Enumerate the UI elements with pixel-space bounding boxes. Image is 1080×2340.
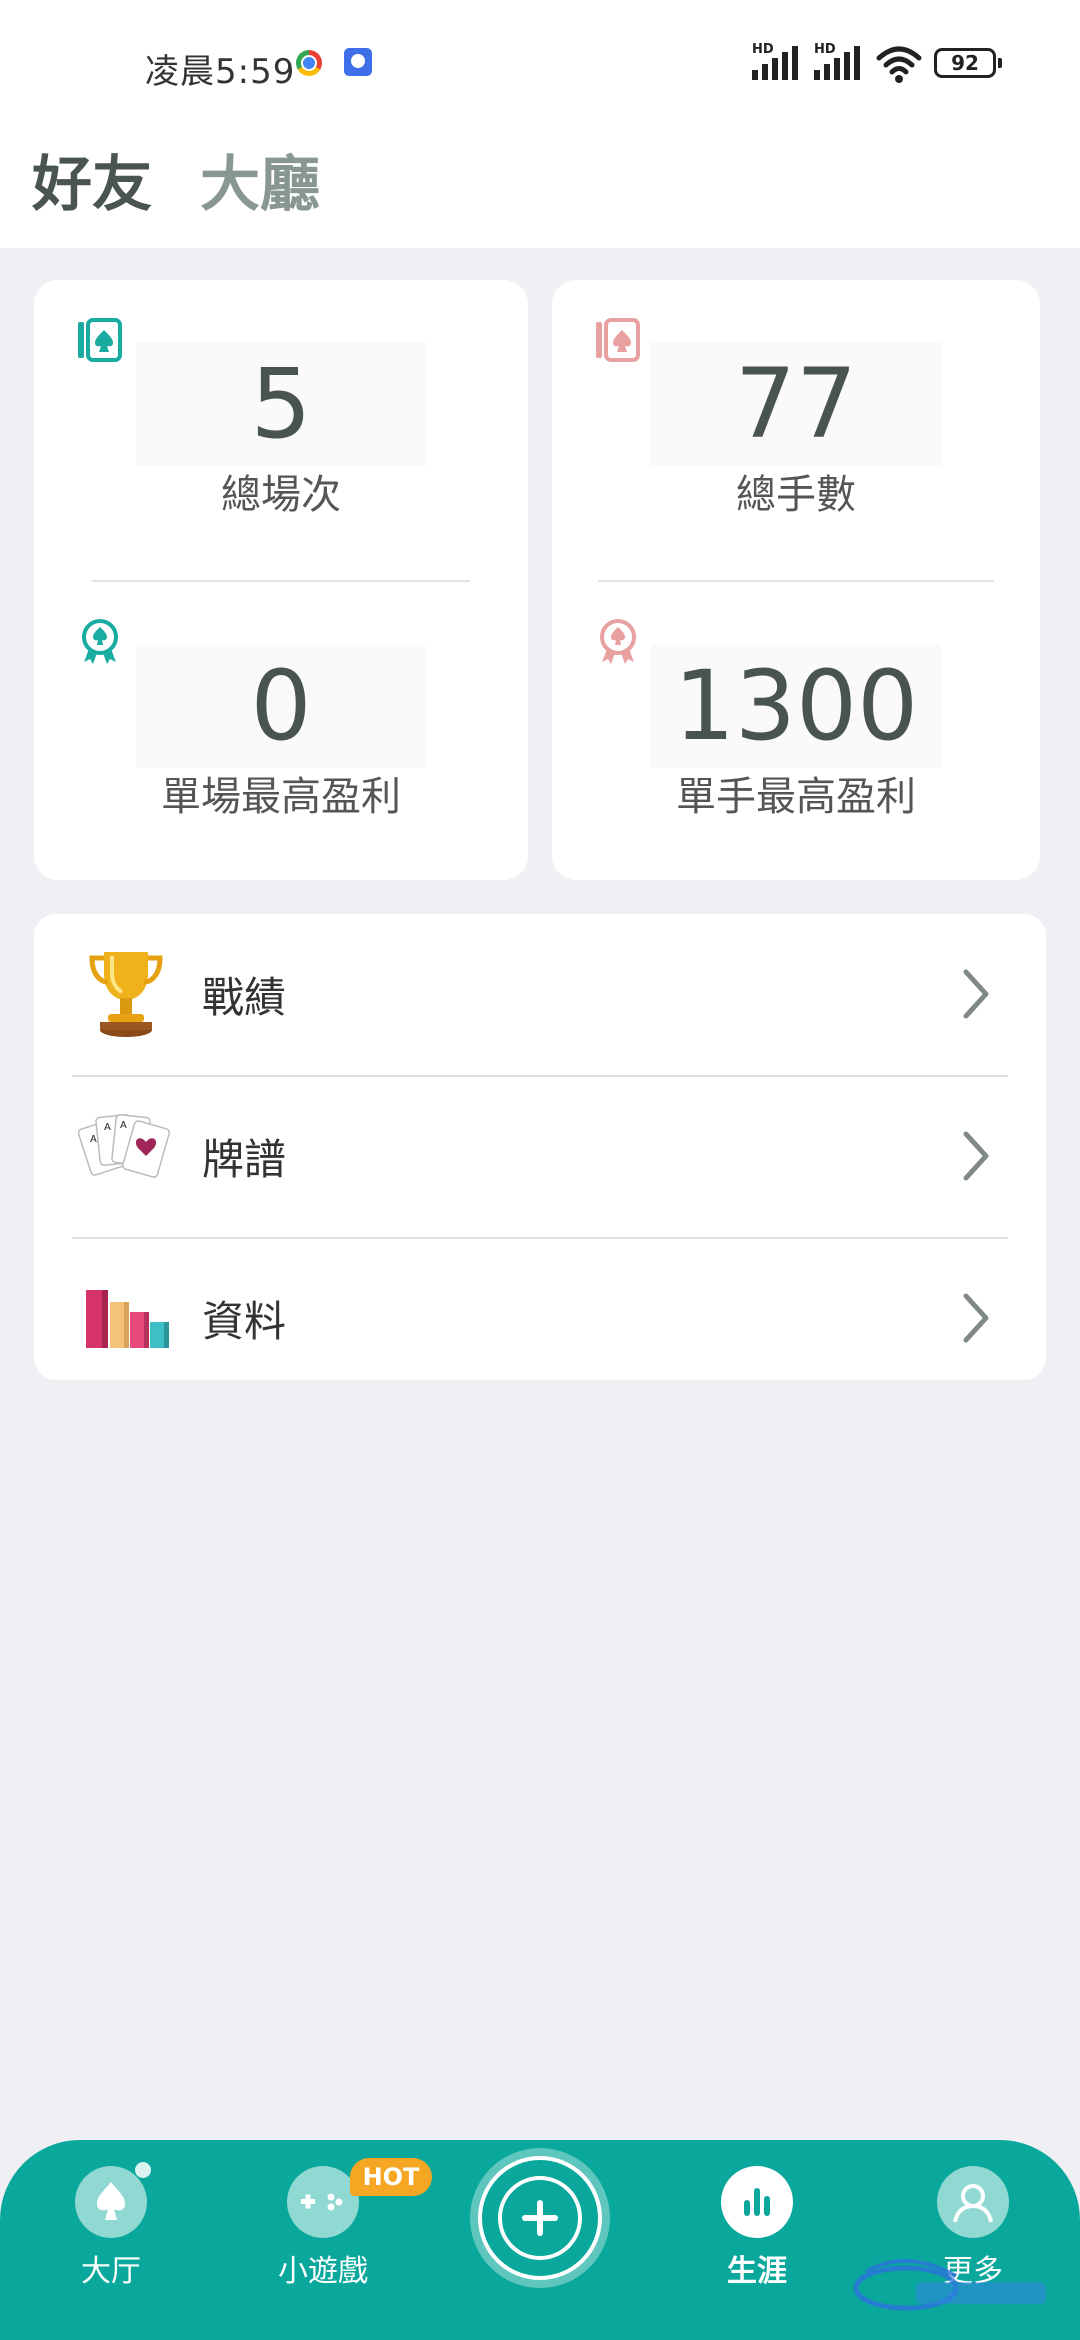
menu-item-records[interactable]: 戰績 (34, 914, 1046, 1076)
menu-item-label: 牌譜 (202, 1135, 287, 1184)
stat-total-games: 5 總場次 (34, 342, 528, 520)
nav-label: 大厅 (81, 2254, 141, 2289)
nav-label: 生涯 (727, 2254, 787, 2289)
stat-value: 0 (250, 650, 312, 762)
nav-item-career[interactable]: 生涯 (682, 2166, 832, 2290)
stats-icon (744, 2188, 770, 2216)
menu-item-label: 戰績 (202, 973, 287, 1022)
plus-icon (498, 2176, 582, 2260)
bar-chart-icon (86, 1290, 169, 1348)
stat-best-game-profit: 0 單場最高盈利 (34, 644, 528, 822)
menu-item-data[interactable]: 資料 (34, 1238, 1046, 1380)
menu-card: 戰績 A A A 牌譜 資料 (34, 914, 1046, 1380)
nav-label: 小遊戲 (278, 2254, 368, 2289)
chrome-icon (296, 50, 322, 76)
nav-item-hall[interactable]: 大厅 (36, 2162, 186, 2290)
menu-item-hand-history[interactable]: A A A 牌譜 (34, 1076, 1046, 1238)
stat-label: 單場最高盈利 (161, 774, 401, 820)
add-button[interactable] (478, 2156, 602, 2280)
hd-label: HD (752, 42, 774, 57)
user-icon (953, 2184, 993, 2223)
playing-cards-icon: A A A (78, 1114, 170, 1178)
watermark-logo (853, 2259, 1046, 2311)
stats-card-hands: 77 總手數 1300 單手最高盈利 (552, 280, 1040, 880)
cell-signal-icon: HD (752, 42, 798, 80)
battery-icon: 92 (934, 48, 1002, 78)
trophy-icon (89, 952, 163, 1037)
menu-item-label: 資料 (202, 1297, 287, 1346)
gamepad-icon (301, 2193, 343, 2211)
stat-best-hand-profit: 1300 單手最高盈利 (552, 644, 1040, 822)
svg-text:A: A (120, 1120, 127, 1131)
stat-value: 5 (250, 348, 312, 460)
status-bar: 凌晨5:59 HD HD 92 (0, 0, 1080, 120)
stat-label: 總手數 (736, 472, 856, 518)
spade-icon (97, 2182, 125, 2220)
notification-dot (135, 2162, 151, 2178)
stat-value: 1300 (673, 650, 919, 762)
chevron-right-icon (963, 1293, 989, 1343)
svg-text:A: A (104, 1122, 111, 1133)
chevron-right-icon (963, 969, 989, 1019)
hot-badge: HOT (350, 2158, 432, 2196)
stat-label: 單手最高盈利 (676, 774, 916, 820)
status-time: 凌晨5:59 (145, 52, 296, 92)
tab-lobby[interactable]: 大廳 (200, 136, 320, 223)
stat-label: 總場次 (221, 472, 341, 518)
stat-total-hands: 77 總手數 (552, 342, 1040, 520)
divider (598, 580, 994, 582)
svg-text:A: A (90, 1134, 97, 1145)
wifi-icon (876, 46, 922, 83)
stat-value: 77 (734, 348, 858, 460)
chevron-right-icon (963, 1131, 989, 1181)
cell-signal-icon-2: HD (814, 42, 860, 80)
hd-label-2: HD (814, 42, 836, 57)
divider (92, 580, 470, 582)
baidu-icon (344, 48, 372, 76)
stats-card-games: 5 總場次 0 單場最高盈利 (34, 280, 528, 880)
tab-friends[interactable]: 好友 (32, 136, 152, 223)
header: 好友 大廳 (0, 120, 1080, 248)
